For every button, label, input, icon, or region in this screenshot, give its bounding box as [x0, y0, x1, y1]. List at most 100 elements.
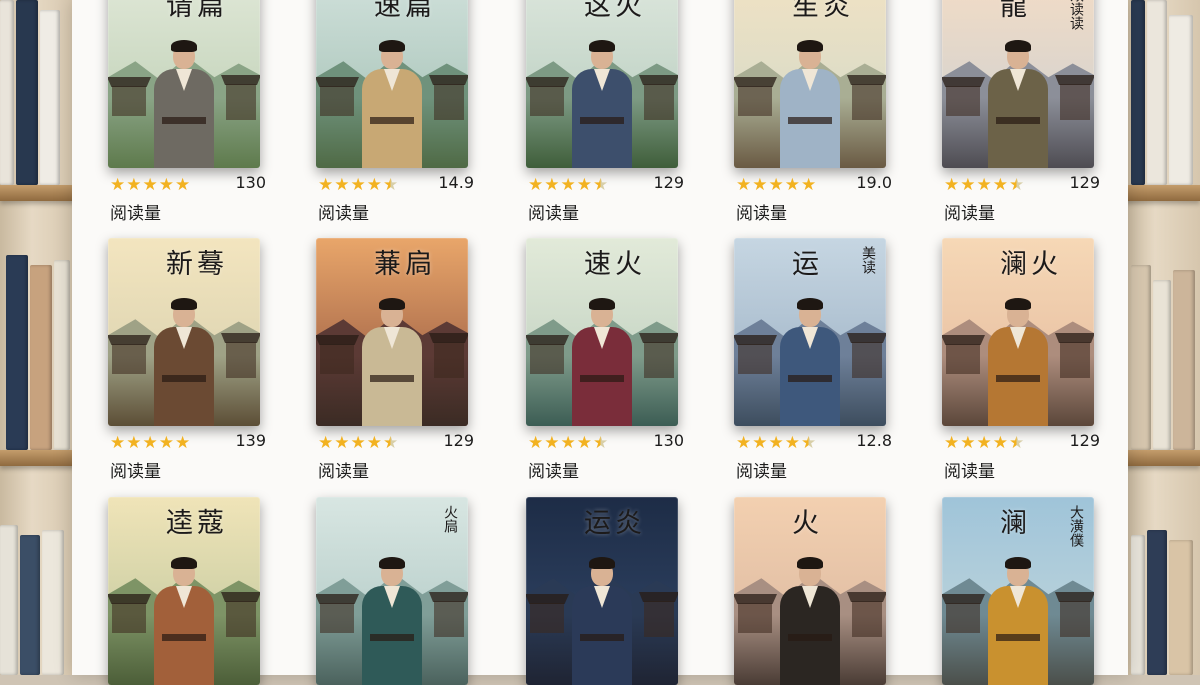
cover-portrait — [986, 557, 1050, 685]
star-icon: ★ — [752, 433, 768, 453]
book-cover[interactable]: 火扃 — [316, 497, 468, 685]
book-cover[interactable]: 运炎 — [526, 497, 678, 685]
read-count-value: 19.0 — [856, 173, 892, 192]
book-cover[interactable]: 速篇 — [316, 0, 468, 168]
book-cover[interactable]: 新蓦 — [108, 238, 260, 426]
read-count-value: 129 — [653, 173, 684, 192]
star-icon: ★ — [383, 433, 399, 453]
book-spine — [1131, 0, 1145, 185]
house-right — [644, 601, 674, 637]
house-left — [946, 344, 980, 374]
read-count-label: 阅读量 — [528, 462, 579, 482]
book-spine — [6, 255, 28, 450]
house-right — [1060, 342, 1090, 378]
book-spine — [42, 530, 64, 675]
house-right — [226, 342, 256, 378]
star-icon: ★ — [560, 433, 576, 453]
star-icon: ★ — [944, 175, 960, 195]
book-spine — [1147, 530, 1167, 675]
rating-stars: ★★★★★ — [318, 175, 399, 195]
read-count-label: 阅读量 — [944, 462, 995, 482]
star-icon: ★ — [976, 433, 992, 453]
right-bookshelf — [1125, 0, 1200, 675]
house-left — [112, 86, 146, 116]
shelf-plank — [0, 185, 80, 201]
cover-portrait — [360, 40, 424, 168]
house-right — [434, 601, 464, 637]
book-cover[interactable]: 澜火 — [942, 238, 1094, 426]
house-left — [946, 86, 980, 116]
book-spine — [1153, 280, 1171, 450]
book-spine — [30, 265, 52, 450]
book-title: 澜 — [1000, 508, 1031, 539]
star-icon: ★ — [960, 175, 976, 195]
star-icon: ★ — [350, 175, 366, 195]
star-icon: ★ — [544, 175, 560, 195]
rating-stars: ★★★★★ — [528, 433, 609, 453]
book-cover[interactable]: 龍 效读读 — [942, 0, 1094, 168]
star-icon: ★ — [801, 175, 817, 195]
star-icon: ★ — [944, 433, 960, 453]
star-icon: ★ — [801, 433, 817, 453]
house-left — [738, 86, 772, 116]
rating-stars: ★★★★★ — [944, 433, 1025, 453]
rating-stars: ★★★★★ — [110, 175, 191, 195]
house-right — [226, 601, 256, 637]
book-title: 澜火 — [1000, 249, 1062, 280]
read-count-label: 阅读量 — [528, 204, 579, 224]
book-title: 速篇 — [374, 0, 436, 22]
book-title: 火 — [792, 508, 823, 539]
house-left — [530, 86, 564, 116]
star-icon: ★ — [334, 433, 350, 453]
book-cover[interactable]: 逵蔻 — [108, 497, 260, 685]
star-icon: ★ — [1009, 175, 1025, 195]
star-icon: ★ — [158, 175, 174, 195]
house-right — [1060, 601, 1090, 637]
book-cover[interactable]: 火 — [734, 497, 886, 685]
book-spine — [54, 260, 70, 450]
house-left — [320, 86, 354, 116]
house-left — [946, 603, 980, 633]
book-cover[interactable]: 笙炎 — [734, 0, 886, 168]
shelf-plank — [1125, 185, 1200, 201]
book-title: 笙炎 — [792, 0, 854, 22]
house-left — [738, 344, 772, 374]
star-icon: ★ — [576, 175, 592, 195]
book-spine — [0, 0, 14, 185]
book-cover[interactable]: 运 美读 — [734, 238, 886, 426]
cover-portrait — [986, 40, 1050, 168]
star-icon: ★ — [736, 175, 752, 195]
book-cover[interactable]: 蒹扃 — [316, 238, 468, 426]
cover-portrait — [152, 298, 216, 426]
house-right — [852, 601, 882, 637]
book-cover[interactable]: 请篇 — [108, 0, 260, 168]
star-icon: ★ — [366, 433, 382, 453]
star-icon: ★ — [126, 175, 142, 195]
book-title: 运 — [792, 249, 823, 280]
house-right — [852, 342, 882, 378]
star-icon: ★ — [110, 433, 126, 453]
read-count-label: 阅读量 — [736, 462, 787, 482]
star-icon: ★ — [383, 175, 399, 195]
book-title: 这火 — [584, 0, 646, 22]
book-cover[interactable]: 速火 — [526, 238, 678, 426]
shelf-plank — [0, 450, 80, 466]
cover-portrait — [570, 40, 634, 168]
house-right — [644, 84, 674, 120]
star-icon: ★ — [752, 175, 768, 195]
house-left — [738, 603, 772, 633]
rating-stars: ★★★★★ — [736, 433, 817, 453]
cover-portrait — [360, 557, 424, 685]
book-title: 新蓦 — [166, 249, 228, 280]
book-cover[interactable]: 澜 大潢僕 — [942, 497, 1094, 685]
read-count-label: 阅读量 — [318, 462, 369, 482]
star-icon: ★ — [576, 433, 592, 453]
rating-stars: ★★★★★ — [944, 175, 1025, 195]
star-icon: ★ — [142, 175, 158, 195]
house-right — [434, 84, 464, 120]
star-icon: ★ — [175, 433, 191, 453]
cover-portrait — [360, 298, 424, 426]
star-icon: ★ — [334, 175, 350, 195]
read-count-value: 129 — [1069, 173, 1100, 192]
book-cover[interactable]: 这火 — [526, 0, 678, 168]
